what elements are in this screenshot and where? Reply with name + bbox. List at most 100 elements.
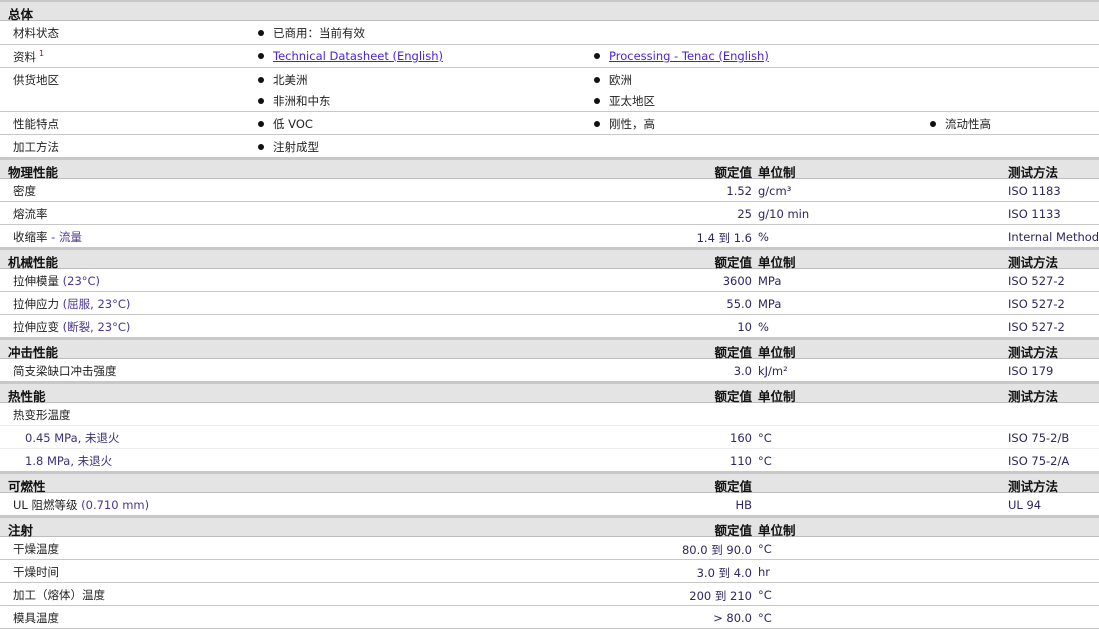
- property-unit: °C: [758, 454, 772, 468]
- item-text: 低 VOC: [273, 117, 313, 131]
- general-row: 加工方法 注射成型: [0, 135, 1099, 158]
- bullet-icon: [594, 97, 600, 104]
- property-name: 拉伸应变: [13, 320, 59, 334]
- property-name: 熔流率: [13, 207, 48, 221]
- property-unit: °C: [758, 542, 772, 556]
- property-unit: °C: [758, 611, 772, 625]
- test-method: ISO 527-2: [1008, 274, 1065, 288]
- test-method: Internal Method: [1008, 230, 1099, 244]
- test-method: UL 94: [1008, 498, 1042, 512]
- row-label: 材料状态: [13, 25, 59, 41]
- section-header: 注射 额定值 单位制: [0, 516, 1099, 538]
- property-name: 热变形温度: [13, 408, 71, 422]
- bullet-icon: [594, 120, 600, 127]
- bullet-icon: [258, 52, 264, 59]
- property-unit: °C: [758, 588, 772, 602]
- item-text: 北美洲: [273, 73, 308, 87]
- property-name: 模具温度: [13, 611, 59, 625]
- property-name: 干燥时间: [13, 565, 59, 579]
- list-item: 北美洲: [258, 72, 331, 93]
- value-column: 刚性，高: [594, 116, 655, 137]
- property-row: 拉伸应力 (屈服, 23°C) 55.0 MPa ISO 527-2: [0, 292, 1099, 315]
- property-value: 160: [730, 431, 752, 445]
- list-item: 已商用：当前有效: [258, 25, 365, 46]
- property-value: 55.0: [726, 297, 752, 311]
- general-row: 材料状态 已商用：当前有效: [0, 21, 1099, 45]
- list-item: 低 VOC: [258, 116, 313, 137]
- property-condition: (屈服, 23°C): [62, 297, 131, 311]
- property-name: 0.45 MPa, 未退火: [25, 431, 120, 445]
- property-value: 3.0 到 4.0: [696, 566, 752, 580]
- property-row: 热变形温度: [0, 403, 1099, 426]
- property-condition: (断裂, 23°C): [62, 320, 131, 334]
- property-unit: g/10 min: [758, 207, 810, 221]
- property-row: 拉伸模量 (23°C) 3600 MPa ISO 527-2: [0, 269, 1099, 292]
- property-row: 1.8 MPa, 未退火 110 °C ISO 75-2/A: [0, 449, 1099, 472]
- bullet-icon: [594, 52, 600, 59]
- property-label: 拉伸应力 (屈服, 23°C): [13, 296, 130, 312]
- value-column: 流动性高: [930, 116, 991, 137]
- section-header: 热性能 额定值 单位制 测试方法: [0, 382, 1099, 404]
- general-row: 资料 1 Technical Datasheet (English) Processi…: [0, 45, 1099, 68]
- test-method: ISO 527-2: [1008, 320, 1065, 334]
- section-header: 物理性能 额定值 单位制 测试方法: [0, 158, 1099, 180]
- list-item: Technical Datasheet (English): [258, 49, 443, 70]
- bullet-icon: [594, 76, 600, 83]
- test-method: ISO 1183: [1008, 184, 1061, 198]
- property-row: 拉伸应变 (断裂, 23°C) 10% ISO 527-2: [0, 315, 1099, 338]
- item-text: 流动性高: [945, 117, 991, 131]
- document-link[interactable]: Processing - Tenac (English): [609, 49, 769, 63]
- document-link[interactable]: Technical Datasheet (English): [273, 49, 443, 63]
- bullet-icon: [258, 97, 264, 104]
- list-item: Processing - Tenac (English): [594, 49, 769, 70]
- property-row: 模具温度 > 80.0 °C: [0, 606, 1099, 629]
- value-column: 欧洲 亚太地区: [594, 72, 655, 114]
- property-label: 干燥时间: [13, 564, 59, 580]
- list-item: 非洲和中东: [258, 93, 331, 114]
- property-row: 收缩率 - 流量 1.4 到 1.6% Internal Method: [0, 225, 1099, 248]
- value-column: Processing - Tenac (English): [594, 49, 769, 70]
- test-method: ISO 179: [1008, 364, 1054, 378]
- property-unit: MPa: [758, 274, 782, 288]
- row-label-text: 性能特点: [13, 117, 59, 131]
- list-item: 流动性高: [930, 116, 991, 137]
- bullet-icon: [930, 120, 936, 127]
- datasheet-table: 总体材料状态 已商用：当前有效资料 1 Technical Datasheet (En…: [0, 0, 1099, 629]
- property-value: 1.52: [726, 184, 752, 198]
- property-row: 干燥时间 3.0 到 4.0 hr: [0, 560, 1099, 583]
- property-name: 加工（熔体）温度: [13, 588, 105, 602]
- value-column: 北美洲非洲和中东: [258, 72, 331, 114]
- property-row: 密度 1.52 g/cm³ ISO 1183: [0, 179, 1099, 202]
- bullet-icon: [258, 29, 264, 36]
- test-method: ISO 1133: [1008, 207, 1061, 221]
- row-label: 加工方法: [13, 139, 59, 155]
- property-row: 加工（熔体）温度 200 到 210 °C: [0, 583, 1099, 606]
- property-unit: g/cm³: [758, 184, 792, 198]
- list-item: 注射成型: [258, 139, 319, 160]
- list-item: 刚性，高: [594, 116, 655, 137]
- test-method: ISO 75-2/A: [1008, 454, 1070, 468]
- item-text: 刚性，高: [609, 117, 655, 131]
- row-label: 供货地区: [13, 72, 59, 88]
- property-label: 加工（熔体）温度: [13, 587, 105, 603]
- property-label: 干燥温度: [13, 541, 59, 557]
- property-name: 密度: [13, 184, 36, 198]
- row-label-text: 材料状态: [13, 26, 59, 40]
- property-unit: %: [758, 230, 769, 244]
- row-label-text: 加工方法: [13, 140, 59, 154]
- section-header-general: 总体: [0, 0, 1099, 22]
- bullet-icon: [258, 76, 264, 83]
- section-header: 冲击性能 额定值 单位制 测试方法: [0, 338, 1099, 360]
- bullet-icon: [258, 120, 264, 127]
- property-value: > 80.0: [713, 611, 752, 625]
- item-text: 亚太地区: [609, 94, 655, 108]
- property-name: 拉伸模量: [13, 274, 59, 288]
- footnote-marker: 1: [39, 49, 45, 59]
- property-value: 25: [737, 207, 752, 221]
- row-label-text: 资料: [13, 50, 36, 64]
- row-label-text: 供货地区: [13, 73, 59, 87]
- property-label: UL 阻燃等级 (0.710 mm): [13, 497, 149, 513]
- property-unit: kJ/m²: [758, 364, 788, 378]
- property-unit: hr: [758, 565, 771, 579]
- property-name: 收缩率: [13, 230, 48, 244]
